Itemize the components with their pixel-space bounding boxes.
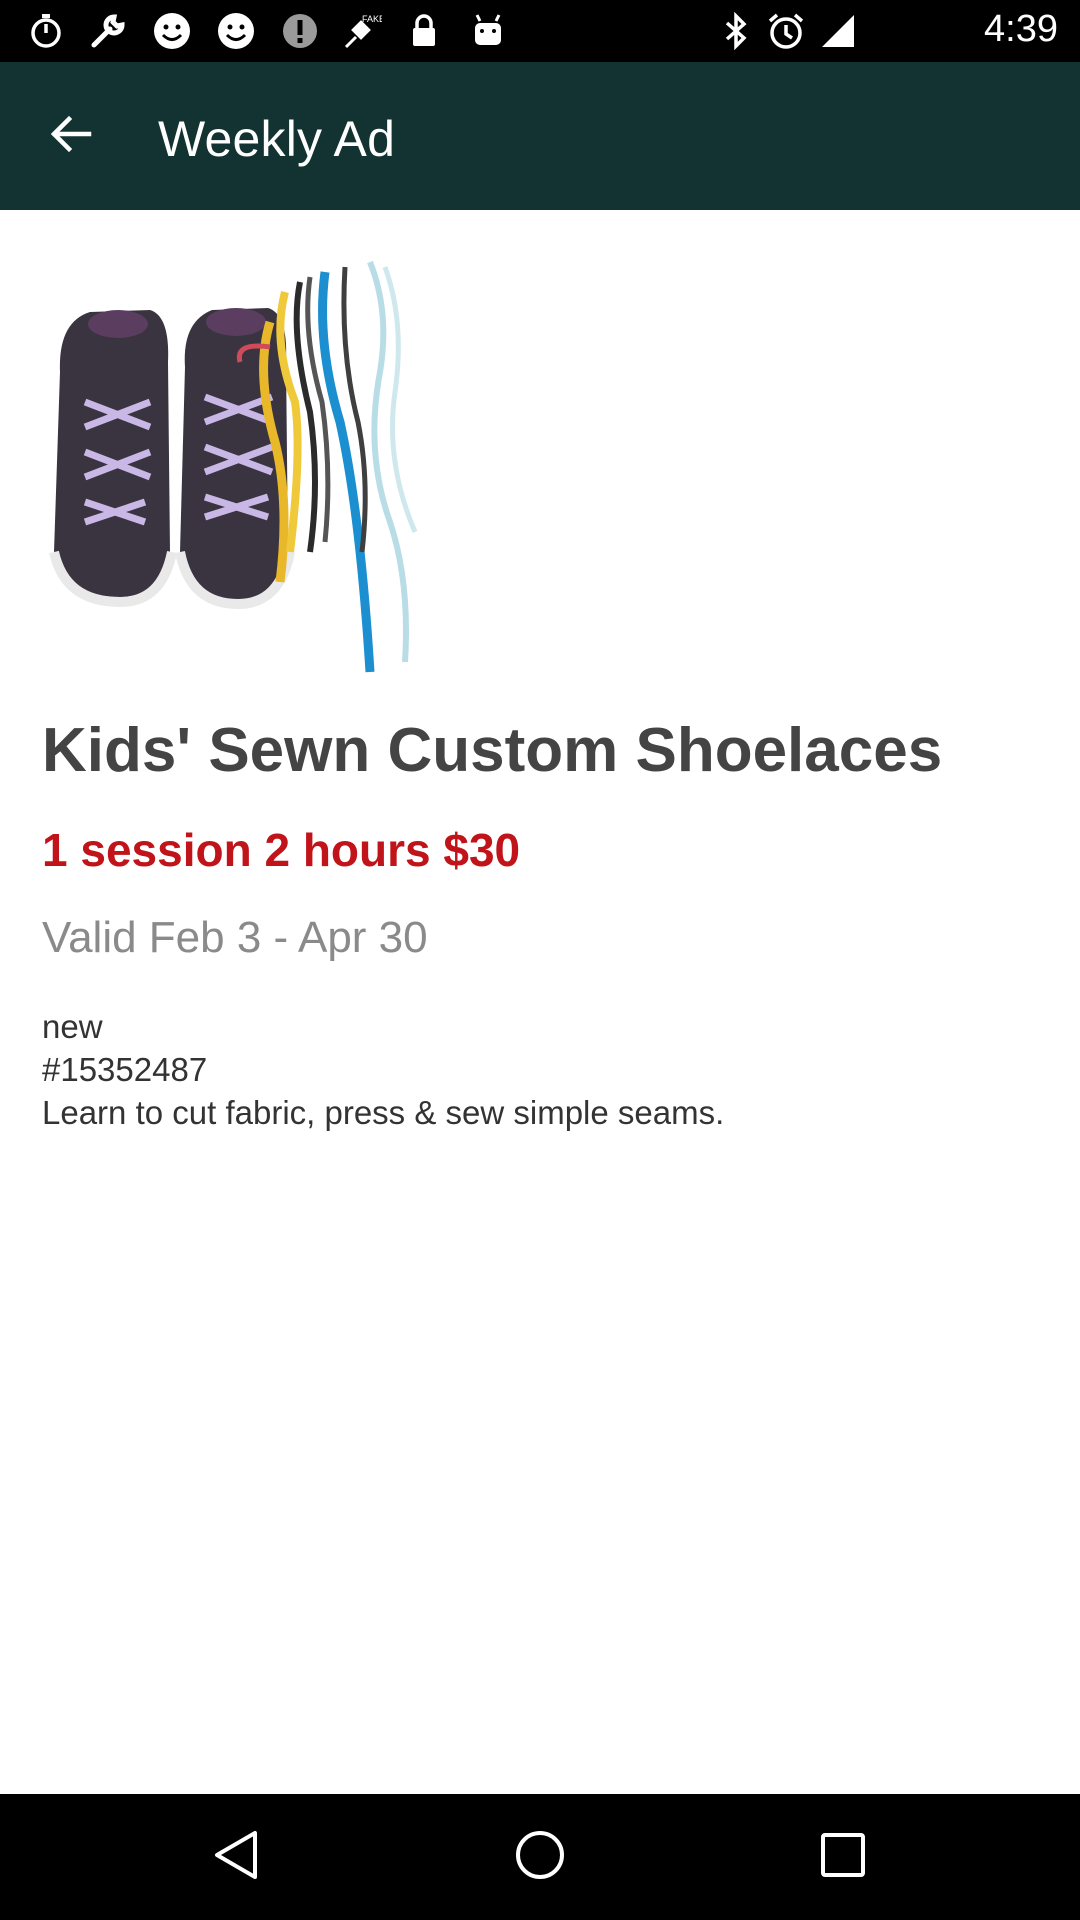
navigation-bar: [0, 1794, 1080, 1920]
nav-home-button[interactable]: [500, 1819, 580, 1895]
bluetooth-icon: [716, 11, 756, 51]
satellite-icon: FAKE: [342, 11, 382, 51]
recents-square-icon: [815, 1827, 871, 1888]
back-triangle-icon: [209, 1827, 265, 1888]
price-line: 1 session 2 hours $30: [42, 824, 521, 876]
stopwatch-icon: [26, 11, 66, 51]
signal-icon: [818, 11, 858, 51]
app-bar: Weekly Ad: [0, 62, 1080, 210]
description-line: Learn to cut fabric, press & sew simple …: [42, 1094, 725, 1131]
info-icon: [280, 11, 320, 51]
shoes-with-shoelaces-image: [40, 252, 468, 682]
back-button[interactable]: [34, 100, 106, 172]
lock-icon: [404, 11, 444, 51]
status-bar: FAKE 4:39: [0, 0, 1080, 62]
product-description: new #15352487 Learn to cut fabric, press…: [42, 1005, 724, 1134]
status-time: 4:39: [984, 8, 1058, 50]
description-line: #15352487: [42, 1051, 208, 1088]
home-circle-icon: [512, 1827, 568, 1888]
nav-recents-button[interactable]: [803, 1819, 883, 1895]
smiley-icon: [152, 11, 192, 51]
svg-text:FAKE: FAKE: [362, 14, 382, 24]
wrench-icon: [88, 11, 128, 51]
arrow-back-icon: [47, 111, 93, 162]
nav-back-button[interactable]: [197, 1819, 277, 1895]
alarm-icon: [766, 11, 806, 51]
smiley-icon: [216, 11, 256, 51]
product-title: Kids' Sewn Custom Shoelaces: [42, 716, 943, 785]
android-icon: [468, 11, 508, 51]
description-line: new: [42, 1008, 103, 1045]
validity-dates: Valid Feb 3 - Apr 30: [42, 913, 428, 962]
page-title: Weekly Ad: [158, 111, 396, 167]
